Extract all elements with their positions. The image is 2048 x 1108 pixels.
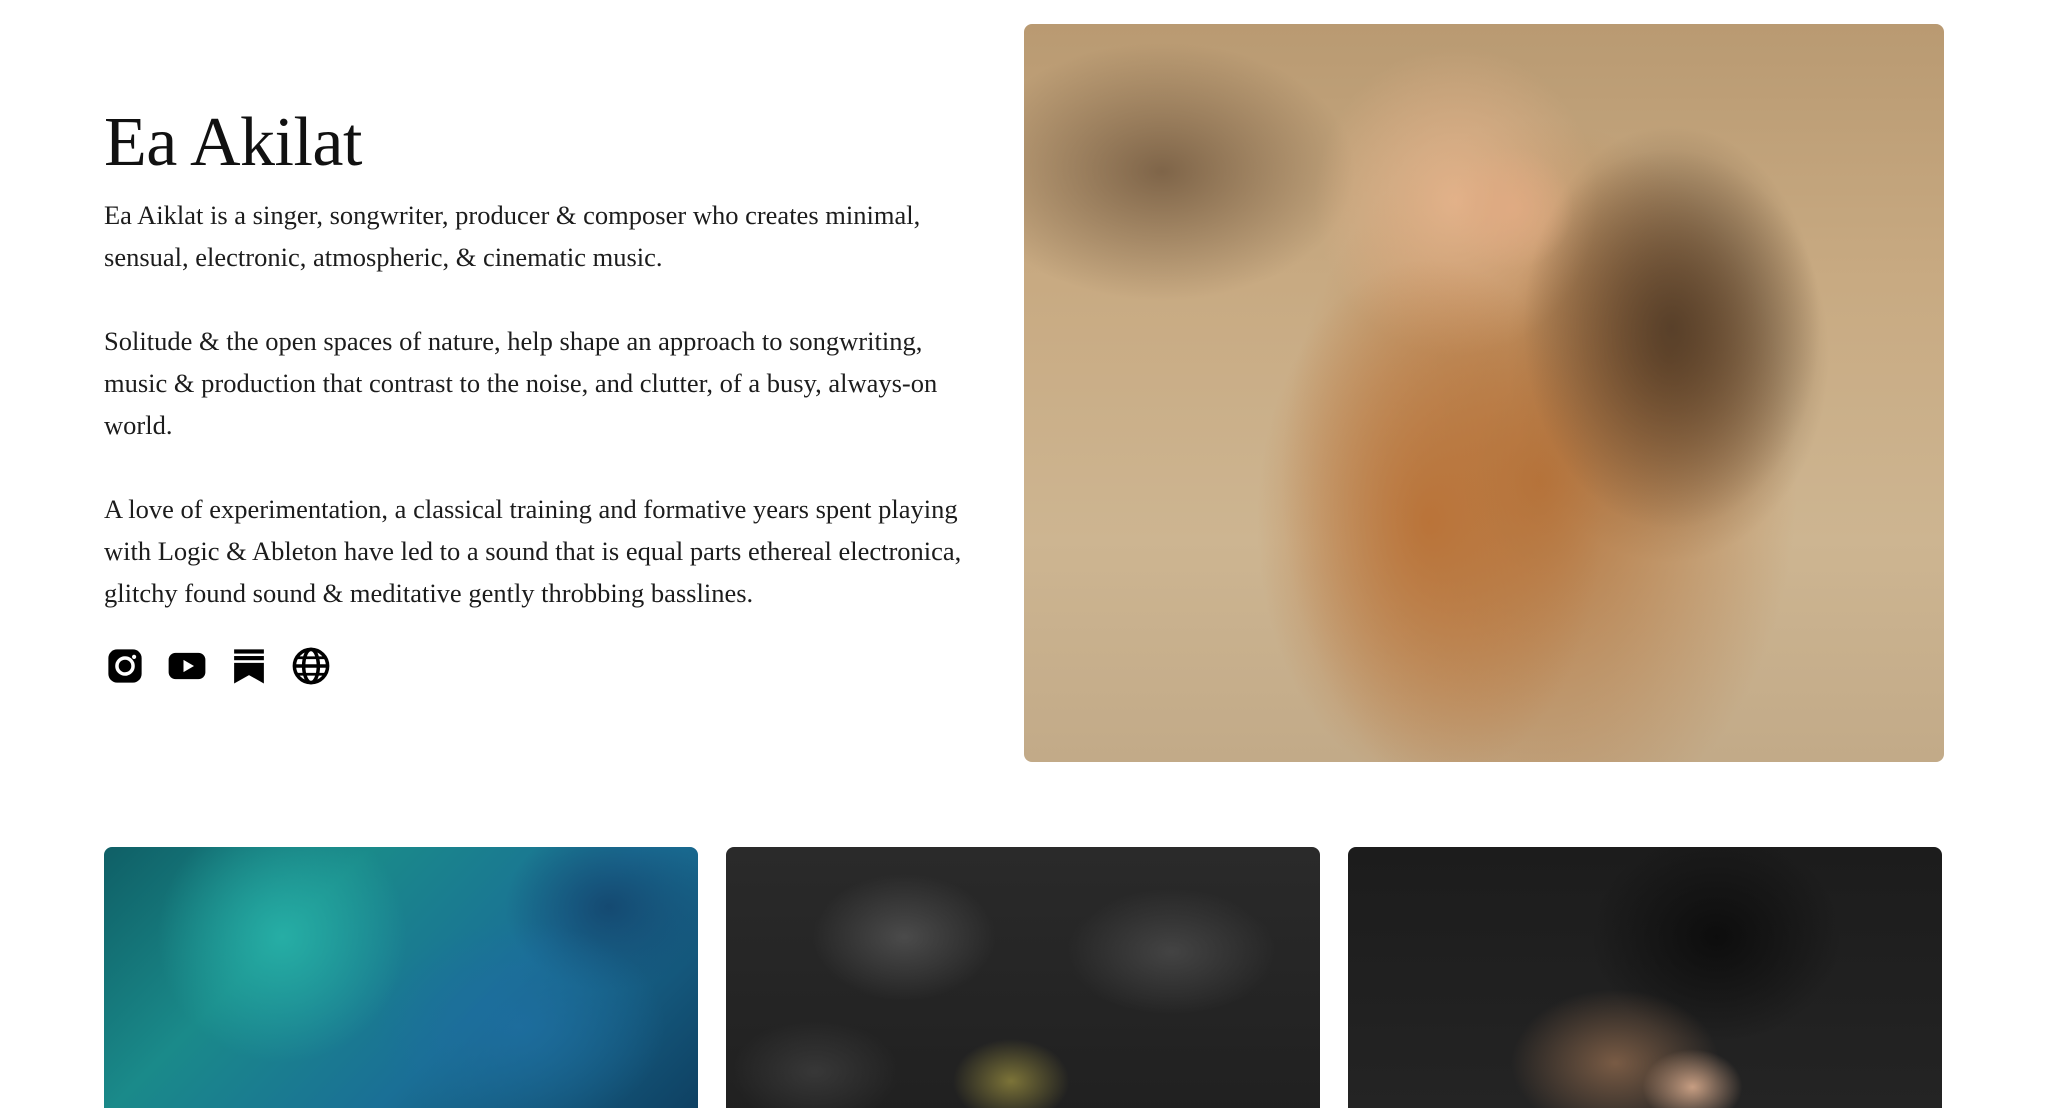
- globe-icon: [292, 647, 330, 685]
- substack-icon: [234, 649, 264, 684]
- bio: Ea Aiklat is a singer, songwriter, produ…: [104, 194, 984, 614]
- instagram-icon: [108, 649, 142, 683]
- bio-paragraph: Ea Aiklat is a singer, songwriter, produ…: [104, 200, 921, 272]
- hero-portrait-image: [1024, 24, 1944, 762]
- photo-detail: [1428, 127, 1595, 290]
- instagram-link[interactable]: [104, 645, 146, 687]
- gallery-image-portrait[interactable]: [1348, 847, 1942, 1108]
- youtube-icon: [168, 652, 206, 680]
- page-title: Ea Akilat: [104, 104, 362, 181]
- page: Ea Akilat Ea Aiklat is a singer, songwri…: [0, 0, 2048, 1108]
- bio-paragraph: Solitude & the open spaces of nature, he…: [104, 326, 938, 440]
- website-link[interactable]: [290, 645, 332, 687]
- substack-link[interactable]: [228, 645, 270, 687]
- gallery-image-lava-rock[interactable]: [726, 847, 1320, 1108]
- youtube-link[interactable]: [166, 645, 208, 687]
- gallery-image-aurora[interactable]: [104, 847, 698, 1108]
- photo-gallery: [104, 847, 1944, 1108]
- bio-paragraph: A love of experimentation, a classical t…: [104, 494, 962, 608]
- social-links: [104, 645, 332, 687]
- intro-section: Ea Akilat Ea Aiklat is a singer, songwri…: [104, 100, 984, 656]
